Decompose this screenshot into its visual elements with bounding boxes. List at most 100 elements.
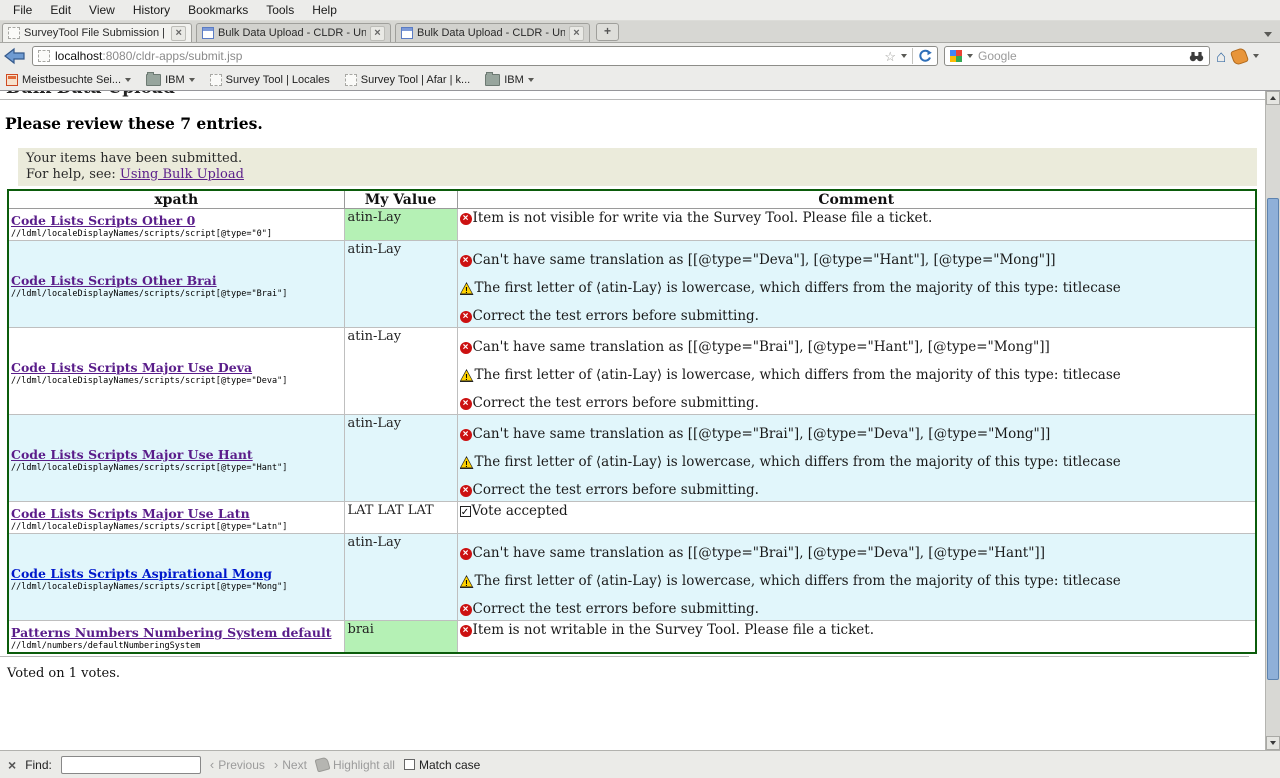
page-content: Bulk Data Upload Please review these 7 e… bbox=[0, 91, 1280, 750]
chevron-down-icon bbox=[125, 78, 131, 82]
comment-line: ×Item is not writable in the Survey Tool… bbox=[460, 623, 1256, 638]
xpath-link[interactable]: Code Lists Scripts Major Use Latn bbox=[11, 506, 250, 521]
comment-line: The first letter of ⟨atin-Lay⟩ is lowerc… bbox=[460, 574, 1256, 589]
reload-icon[interactable] bbox=[918, 49, 932, 63]
error-icon: × bbox=[460, 485, 472, 497]
extension-icon[interactable] bbox=[1230, 46, 1249, 65]
xpath-path: //ldml/localeDisplayNames/scripts/script… bbox=[11, 229, 342, 239]
error-icon: × bbox=[460, 213, 472, 225]
bookmark-label: IBM bbox=[165, 74, 185, 86]
divider bbox=[912, 48, 913, 64]
vertical-scrollbar[interactable] bbox=[1265, 91, 1280, 750]
tab-close-icon[interactable]: × bbox=[569, 26, 584, 41]
menu-bar: File Edit View History Bookmarks Tools H… bbox=[0, 0, 1280, 21]
tab-bulk-data-upload-2[interactable]: Bulk Data Upload - CLDR - Un... × bbox=[395, 23, 590, 42]
menu-help[interactable]: Help bbox=[303, 0, 346, 20]
scroll-up-button[interactable] bbox=[1266, 91, 1280, 105]
xpath-link[interactable]: Code Lists Scripts Other Brai bbox=[11, 273, 217, 288]
toolbar-overflow-chevron-icon[interactable] bbox=[1253, 54, 1259, 58]
comment-line: ×Correct the test errors before submitti… bbox=[460, 602, 1256, 617]
find-close-icon[interactable]: × bbox=[8, 757, 16, 773]
error-icon: × bbox=[460, 342, 472, 354]
search-engine-chevron-icon[interactable] bbox=[967, 54, 973, 58]
xpath-link[interactable]: Code Lists Scripts Other 0 bbox=[11, 213, 195, 228]
page-favicon bbox=[401, 27, 413, 39]
bookmark-label: IBM bbox=[504, 74, 524, 86]
menu-bookmarks[interactable]: Bookmarks bbox=[179, 0, 257, 20]
notice-prefix: For help, see: bbox=[26, 167, 120, 182]
menu-view[interactable]: View bbox=[80, 0, 124, 20]
comment-line: ×Can't have same translation as [[@type=… bbox=[460, 340, 1256, 355]
search-placeholder: Google bbox=[978, 49, 1184, 63]
home-icon[interactable]: ⌂ bbox=[1216, 48, 1226, 65]
find-next-button[interactable]: ›Next bbox=[274, 757, 307, 772]
back-button[interactable] bbox=[4, 47, 26, 65]
menu-tools[interactable]: Tools bbox=[257, 0, 303, 20]
column-header-my-value: My Value bbox=[344, 190, 457, 209]
tab-bulk-data-upload-1[interactable]: Bulk Data Upload - CLDR - Un... × bbox=[196, 23, 391, 42]
error-icon: × bbox=[460, 429, 472, 441]
warning-icon bbox=[460, 282, 474, 295]
xpath-path: //ldml/localeDisplayNames/scripts/script… bbox=[11, 376, 342, 386]
highlighter-icon bbox=[314, 757, 330, 773]
bookmark-survey-tool-afar[interactable]: Survey Tool | Afar | k... bbox=[345, 74, 470, 86]
my-value-cell: atin-Lay bbox=[344, 241, 457, 328]
table-row: Code Lists Scripts Other 0 //ldml/locale… bbox=[8, 209, 1256, 241]
error-icon: × bbox=[460, 604, 472, 616]
search-bar[interactable]: Google bbox=[944, 46, 1210, 66]
url-path: :8080/cldr-apps/submit.jsp bbox=[102, 49, 242, 63]
bookmark-folder-ibm-1[interactable]: IBM bbox=[146, 74, 195, 86]
bookmarks-toolbar: Meistbesuchte Sei... IBM Survey Tool | L… bbox=[0, 69, 1280, 91]
bookmark-label: Survey Tool | Locales bbox=[226, 74, 330, 86]
xpath-path: //ldml/localeDisplayNames/scripts/script… bbox=[11, 582, 342, 592]
comment-line: ×Can't have same translation as [[@type=… bbox=[460, 427, 1256, 442]
bookmark-folder-ibm-2[interactable]: IBM bbox=[485, 74, 534, 86]
scroll-down-button[interactable] bbox=[1266, 736, 1280, 750]
my-value-cell: atin-Lay bbox=[344, 328, 457, 415]
binoculars-search-icon[interactable] bbox=[1189, 51, 1204, 62]
chevron-down-icon bbox=[189, 78, 195, 82]
comment-line: ×Correct the test errors before submitti… bbox=[460, 396, 1256, 411]
menu-history[interactable]: History bbox=[124, 0, 179, 20]
table-row: Code Lists Scripts Aspirational Mong //l… bbox=[8, 534, 1256, 621]
tab-title: Bulk Data Upload - CLDR - Un... bbox=[218, 27, 366, 39]
table-row: Code Lists Scripts Other Brai //ldml/loc… bbox=[8, 241, 1256, 328]
previous-chevron-icon: ‹ bbox=[210, 757, 214, 772]
tab-title: Bulk Data Upload - CLDR - Un... bbox=[417, 27, 565, 39]
menu-edit[interactable]: Edit bbox=[41, 0, 80, 20]
search-engine-google-icon[interactable] bbox=[950, 50, 962, 62]
xpath-link[interactable]: Code Lists Scripts Major Use Hant bbox=[11, 447, 253, 462]
highlight-all-button[interactable]: Highlight all bbox=[316, 758, 395, 772]
xpath-link[interactable]: Code Lists Scripts Aspirational Mong bbox=[11, 566, 272, 581]
find-label: Find: bbox=[25, 758, 52, 772]
tab-close-icon[interactable]: × bbox=[171, 26, 186, 41]
xpath-link[interactable]: Code Lists Scripts Major Use Deva bbox=[11, 360, 252, 375]
warning-icon bbox=[460, 575, 474, 588]
placeholder-favicon bbox=[210, 74, 222, 86]
table-row: Patterns Numbers Numbering System defaul… bbox=[8, 621, 1256, 654]
new-tab-button[interactable]: + bbox=[596, 23, 619, 41]
tab-list-chevron-icon[interactable] bbox=[1264, 32, 1272, 37]
xpath-path: //ldml/localeDisplayNames/scripts/script… bbox=[11, 463, 342, 473]
column-header-xpath: xpath bbox=[8, 190, 344, 209]
find-input[interactable] bbox=[61, 756, 201, 774]
url-bar[interactable]: localhost:8080/cldr-apps/submit.jsp ☆ bbox=[32, 46, 938, 66]
tab-close-icon[interactable]: × bbox=[370, 26, 385, 41]
url-dropdown-chevron-icon[interactable] bbox=[901, 54, 907, 58]
next-chevron-icon: › bbox=[274, 757, 278, 772]
find-bar: × Find: ‹Previous ›Next Highlight all Ma… bbox=[0, 750, 1280, 778]
bookmark-survey-tool-locales[interactable]: Survey Tool | Locales bbox=[210, 74, 330, 86]
bookmark-most-visited[interactable]: Meistbesuchte Sei... bbox=[6, 74, 131, 86]
comment-line: The first letter of ⟨atin-Lay⟩ is lowerc… bbox=[460, 368, 1256, 383]
xpath-link[interactable]: Patterns Numbers Numbering System defaul… bbox=[11, 625, 332, 640]
comment-line: ×Item is not visible for write via the S… bbox=[460, 211, 1256, 226]
tab-surveytool-submission[interactable]: SurveyTool File Submission | ... × bbox=[2, 23, 192, 42]
using-bulk-upload-link[interactable]: Using Bulk Upload bbox=[120, 167, 244, 182]
error-icon: × bbox=[460, 548, 472, 560]
bookmark-star-icon[interactable]: ☆ bbox=[884, 50, 896, 63]
menu-file[interactable]: File bbox=[4, 0, 41, 20]
match-case-option[interactable]: Match case bbox=[404, 758, 480, 772]
match-case-checkbox[interactable] bbox=[404, 759, 415, 770]
scrollbar-thumb[interactable] bbox=[1267, 198, 1279, 680]
find-previous-button[interactable]: ‹Previous bbox=[210, 757, 265, 772]
